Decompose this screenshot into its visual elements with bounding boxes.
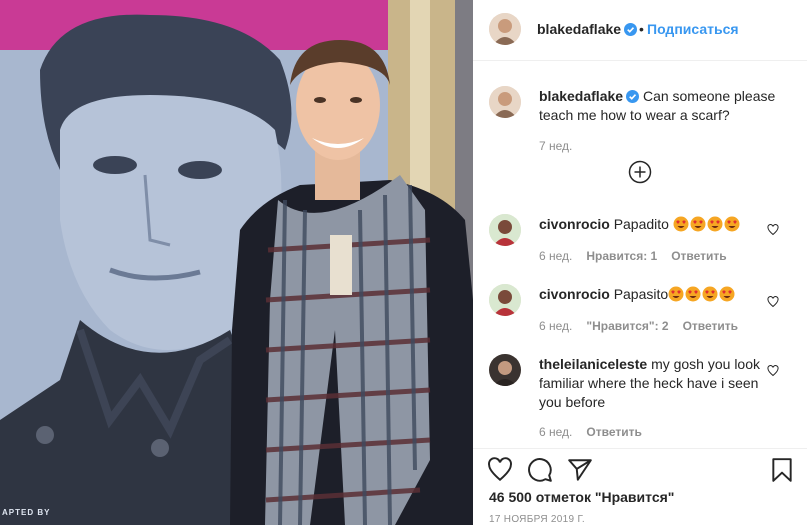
commenter-avatar[interactable]: [489, 214, 521, 246]
heart-eyes-emoji: [673, 216, 741, 232]
comment-likes[interactable]: "Нравится": 2: [586, 319, 668, 333]
comments-list[interactable]: blakedaflake Can someone please teach me…: [473, 62, 807, 448]
comment-time[interactable]: 6 нед.: [539, 249, 572, 263]
comment-item: civonrocio Papadito 6 нед. Нравится: 1 Отв…: [473, 214, 807, 274]
reply-button[interactable]: Ответить: [683, 319, 738, 333]
caption-text: blakedaflake Can someone please teach me…: [539, 87, 779, 125]
comment-meta: 6 нед. Ответить: [539, 425, 656, 439]
comment-time[interactable]: 6 нед.: [539, 319, 572, 333]
post-photo[interactable]: APTED BY: [0, 0, 473, 525]
commenter-avatar[interactable]: [489, 284, 521, 316]
caption-username[interactable]: blakedaflake: [539, 88, 623, 104]
post-date[interactable]: 17 НОЯБРЯ 2019 Г.: [489, 514, 585, 525]
comment-item: theleilaniceleste my gosh you look famil…: [473, 354, 807, 444]
follow-button[interactable]: Подписаться: [647, 21, 739, 37]
author-avatar[interactable]: [489, 13, 521, 45]
comment-item: civonrocio Papasito 6 нед. "Нравится": 2 О…: [473, 284, 807, 344]
verified-badge-icon: [624, 23, 638, 36]
heart-icon[interactable]: [767, 296, 779, 308]
comment-text: civonrocio Papadito: [539, 215, 769, 234]
caption-time[interactable]: 7 нед.: [539, 139, 572, 153]
comment-username[interactable]: civonrocio: [539, 286, 610, 302]
plus-circle-icon[interactable]: [628, 160, 652, 184]
verified-badge-icon: [626, 90, 640, 103]
bookmark-icon[interactable]: [769, 457, 795, 483]
author-avatar-small[interactable]: [489, 86, 521, 118]
commenter-avatar[interactable]: [489, 354, 521, 386]
paper-plane-icon[interactable]: [567, 457, 593, 483]
post-header: blakedaflake • Подписаться: [473, 0, 807, 61]
comment-meta: 6 нед. Нравится: 1 Ответить: [539, 249, 741, 263]
poster-caption: APTED BY: [2, 508, 51, 517]
comment-text: civonrocio Papasito: [539, 285, 769, 304]
reply-button[interactable]: Ответить: [586, 425, 641, 439]
comment-meta: 6 нед. "Нравится": 2 Ответить: [539, 319, 752, 333]
author-username[interactable]: blakedaflake: [537, 21, 638, 37]
comment-text: theleilaniceleste my gosh you look famil…: [539, 356, 761, 410]
comment-username[interactable]: civonrocio: [539, 216, 610, 232]
heart-eyes-emoji: [668, 286, 736, 302]
heart-icon[interactable]: [767, 365, 779, 377]
heart-icon[interactable]: [767, 224, 779, 236]
heart-icon[interactable]: [487, 457, 513, 483]
post-side-panel: blakedaflake • Подписаться blakedaflake …: [473, 0, 807, 525]
comment-likes[interactable]: Нравится: 1: [586, 249, 657, 263]
action-bar: [473, 448, 807, 488]
comment-username[interactable]: theleilaniceleste: [539, 356, 647, 372]
post-image: [0, 0, 473, 525]
likes-count[interactable]: 46 500 отметок "Нравится": [489, 489, 674, 505]
comment-bubble-icon[interactable]: [527, 457, 553, 483]
reply-button[interactable]: Ответить: [671, 249, 726, 263]
comment-time[interactable]: 6 нед.: [539, 425, 572, 439]
separator-dot: •: [639, 21, 644, 37]
